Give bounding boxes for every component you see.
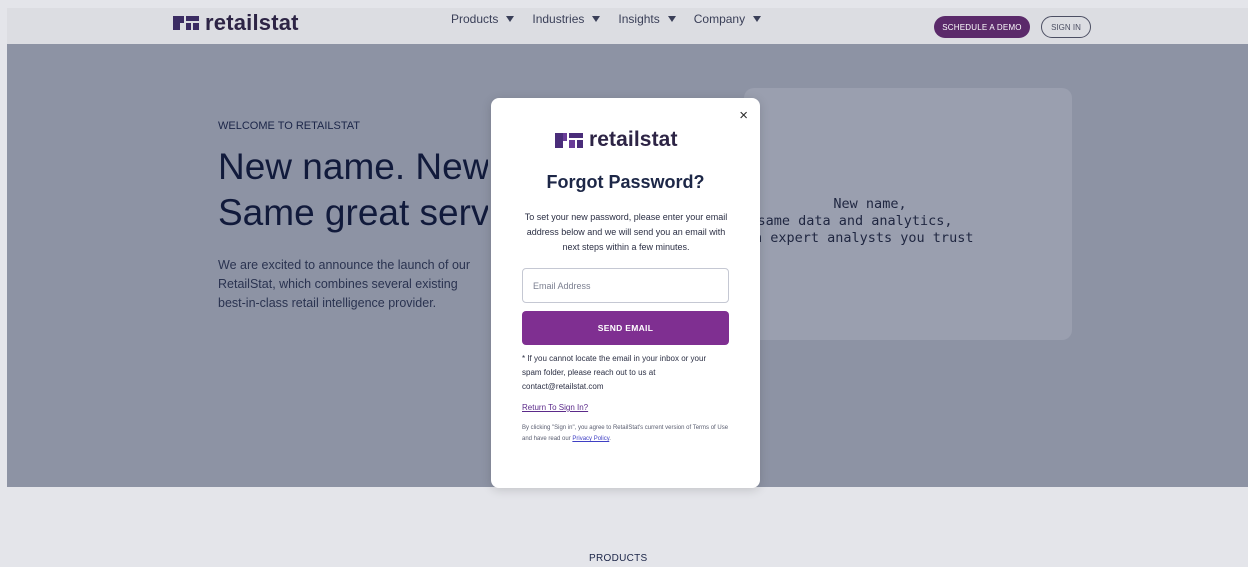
top-navigation-bar: retailstat Products Industries Insights … [7,8,1248,44]
chevron-down-icon [667,16,676,22]
schedule-demo-button[interactable]: SCHEDULE A DEMO [934,16,1030,38]
products-section-label: PRODUCTS [589,553,648,564]
close-icon[interactable]: × [739,108,748,123]
nav-insights[interactable]: Insights [618,12,676,26]
modal-help-note: * If you cannot locate the email in your… [522,354,707,391]
modal-logo-text: retailstat [589,128,678,151]
hero-card-text: New name, same data and analytics, h exp… [754,196,974,246]
header-logo-text: retailstat [205,10,299,35]
modal-description: To set your new password, please enter y… [524,212,728,252]
modal-title: Forgot Password? [546,172,705,192]
chevron-down-icon [592,16,601,22]
forgot-password-modal: × retailstat Forgot Password? To set you… [491,98,760,488]
nav-products[interactable]: Products [451,12,515,26]
retailstat-logo-icon [173,16,199,30]
chevron-down-icon [753,16,762,22]
hero-kicker: WELCOME TO RETAILSTAT [218,120,361,132]
email-field[interactable] [522,268,729,303]
chevron-down-icon [506,16,515,22]
retailstat-logo-icon [555,132,583,148]
hero-title: New name. New Same great service [218,146,488,233]
modal-logo: retailstat [555,128,678,152]
nav-industries[interactable]: Industries [532,12,601,26]
sign-in-button[interactable]: SIGN IN [1041,16,1091,38]
privacy-policy-link[interactable]: Privacy Policy [572,436,609,442]
main-nav: Products Industries Insights Company [451,12,762,26]
header-logo[interactable]: retailstat [173,10,299,36]
hero-body: We are excited to announce the launch of… [218,258,471,310]
return-to-sign-in-link[interactable]: Return To Sign In? [522,403,588,412]
legal-text: By clicking "Sign in", you agree to Reta… [522,425,729,442]
send-email-button[interactable]: SEND EMAIL [522,311,729,345]
nav-company[interactable]: Company [694,12,762,26]
